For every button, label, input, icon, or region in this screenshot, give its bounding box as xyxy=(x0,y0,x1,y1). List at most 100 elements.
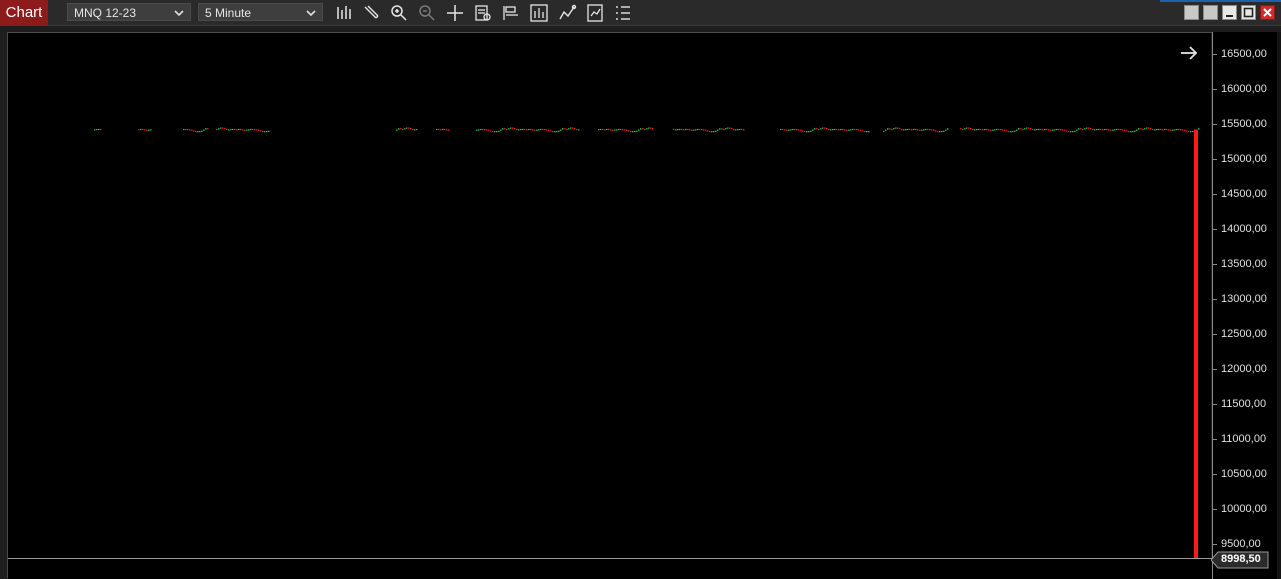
candle-bar xyxy=(1126,130,1128,132)
candle-bar xyxy=(741,128,743,131)
chart-tab[interactable]: Chart xyxy=(0,0,48,25)
scroll-to-end-arrow-icon[interactable] xyxy=(1178,43,1200,63)
candle-bar xyxy=(784,129,786,131)
axis-tick-label: 16000,00 xyxy=(1221,83,1267,95)
candle-bar xyxy=(1174,129,1176,131)
candle-bar xyxy=(492,131,494,133)
candle-bar xyxy=(1130,131,1132,133)
draw-pencil-icon[interactable] xyxy=(361,3,381,23)
candle-bar xyxy=(524,128,526,131)
candle-bar xyxy=(1164,128,1166,131)
candle-bar xyxy=(1158,128,1160,131)
bar-chart-icon[interactable] xyxy=(333,3,353,23)
candle-bar xyxy=(438,128,440,131)
candle-bar xyxy=(564,128,566,130)
candle-bar xyxy=(636,130,638,132)
zoom-out-icon[interactable] xyxy=(417,3,437,23)
minimize-icon[interactable] xyxy=(1222,5,1237,20)
candle-bar xyxy=(408,127,410,129)
zoom-in-icon[interactable] xyxy=(389,3,409,23)
candle-bar xyxy=(552,131,554,133)
restore-small-icon[interactable] xyxy=(1203,5,1218,20)
candle-bar xyxy=(1168,129,1170,131)
candle-bar xyxy=(560,129,562,131)
axis-tick-label: 13000,00 xyxy=(1221,293,1267,305)
interval-selector[interactable]: 5 Minute xyxy=(198,3,323,21)
candle-bar xyxy=(1026,127,1028,129)
chart-trader-icon[interactable] xyxy=(501,3,521,23)
data-box-icon[interactable] xyxy=(473,3,493,23)
candle-bar xyxy=(230,129,232,131)
candle-bar xyxy=(534,129,536,131)
candle-bar xyxy=(1036,129,1038,131)
candle-bar xyxy=(792,128,794,131)
candle-bar xyxy=(1120,129,1122,131)
candle-bar xyxy=(638,129,640,131)
list-icon[interactable] xyxy=(613,3,633,23)
candle-bar xyxy=(1144,128,1146,130)
candle-bar xyxy=(786,129,788,131)
axis-tick xyxy=(1213,439,1217,440)
candle-bar xyxy=(970,127,972,130)
crosshair-icon[interactable] xyxy=(445,3,465,23)
candle-bar xyxy=(406,127,408,129)
candle-bar xyxy=(907,128,909,131)
candle-bar xyxy=(917,129,919,131)
candle-bar xyxy=(1066,130,1068,132)
candle-bar xyxy=(703,129,705,131)
candle-bar xyxy=(864,131,866,133)
axis-tick-label: 15000,00 xyxy=(1221,153,1267,165)
candle-bar xyxy=(897,127,899,129)
candle-bar xyxy=(1000,129,1002,131)
instrument-selector[interactable]: MNQ 12-23 xyxy=(67,3,191,21)
candle-bar xyxy=(1122,129,1124,131)
candle-bar xyxy=(518,129,520,131)
candle-bar xyxy=(612,129,614,131)
tile-icon[interactable] xyxy=(1184,5,1199,20)
candle-bar xyxy=(1170,129,1172,131)
axis-tick-label: 14000,00 xyxy=(1221,223,1267,235)
candle-bar xyxy=(652,127,654,130)
strategies-icon[interactable] xyxy=(557,3,577,23)
candle-bar xyxy=(506,128,508,131)
close-icon[interactable] xyxy=(1260,5,1275,20)
candle-bar xyxy=(893,128,895,130)
candle-bar xyxy=(695,129,697,131)
candle-bar xyxy=(986,128,988,131)
maximize-icon[interactable] xyxy=(1241,5,1256,20)
candle-bar xyxy=(232,128,234,131)
candle-bar xyxy=(687,128,689,131)
properties-icon[interactable] xyxy=(585,3,605,23)
candle-bar xyxy=(528,128,530,131)
candle-bar xyxy=(966,127,968,129)
indicators-icon[interactable] xyxy=(529,3,549,23)
candle-bar xyxy=(1086,127,1088,129)
candle-bar xyxy=(796,129,798,131)
time-axis[interactable] xyxy=(8,558,1212,579)
chevron-down-icon xyxy=(173,4,185,22)
price-chart[interactable] xyxy=(8,33,1211,558)
candle-bar xyxy=(856,129,858,131)
candle-bar xyxy=(444,128,446,131)
candle-bar xyxy=(238,128,240,131)
candle-bar xyxy=(1136,129,1138,131)
candle-bar xyxy=(1088,127,1090,129)
candle-bar xyxy=(628,130,630,132)
candle-bar xyxy=(899,127,901,130)
candle-bar xyxy=(650,127,652,129)
candle-bar xyxy=(185,128,187,131)
candle-bar xyxy=(945,129,947,131)
candle-bar xyxy=(980,128,982,131)
candle-bar xyxy=(620,128,622,131)
candle-bar xyxy=(794,128,796,131)
candle-bar xyxy=(715,130,717,132)
candle-bar xyxy=(400,128,402,130)
candle-bar xyxy=(717,129,719,131)
candle-bar xyxy=(939,131,941,133)
candle-bar xyxy=(923,129,925,131)
candle-bar xyxy=(1092,128,1094,131)
candle-bar xyxy=(1182,129,1184,131)
candle-bar xyxy=(790,129,792,131)
candle-bar xyxy=(536,129,538,131)
price-axis[interactable] xyxy=(1212,32,1281,579)
